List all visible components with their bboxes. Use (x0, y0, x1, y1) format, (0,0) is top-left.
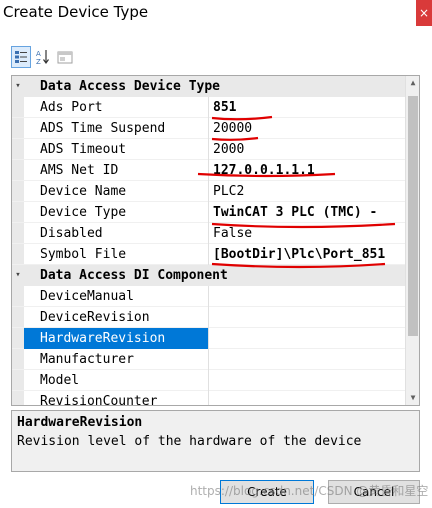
property-row[interactable]: HardwareRevision (12, 327, 405, 349)
property-value[interactable] (209, 307, 213, 328)
svg-text:Z: Z (36, 58, 41, 65)
property-value[interactable] (209, 349, 213, 370)
property-row[interactable]: AMS Net ID 127.0.0.1.1.1 (12, 159, 405, 181)
property-value[interactable]: 20000 (209, 118, 252, 139)
property-value[interactable]: False (209, 223, 252, 244)
property-value[interactable]: TwinCAT 3 PLC (TMC) - (209, 202, 377, 223)
property-value[interactable]: 2000 (209, 139, 244, 160)
categorized-view-icon[interactable] (11, 46, 31, 68)
scroll-thumb[interactable] (408, 96, 418, 336)
property-name[interactable]: Disabled (24, 222, 209, 244)
property-name[interactable]: Device Name (24, 180, 209, 202)
category-label: Data Access Device Type (40, 78, 221, 94)
property-name[interactable]: Model (24, 369, 209, 391)
property-row[interactable]: Symbol File [BootDir]\Plc\Port_851 (12, 243, 405, 265)
property-value[interactable] (209, 328, 213, 349)
description-text: Revision level of the hardware of the de… (17, 434, 362, 449)
property-row[interactable]: Device Name PLC2 (12, 180, 405, 202)
scroll-down-icon[interactable]: ▼ (406, 391, 419, 405)
property-value[interactable]: PLC2 (209, 181, 244, 202)
description-pane: HardwareRevision Revision level of the h… (11, 410, 420, 472)
property-row[interactable]: DeviceManual (12, 285, 405, 307)
collapse-arrow-icon[interactable]: ▾ (12, 81, 24, 91)
alphabetical-sort-icon[interactable]: A Z (33, 46, 53, 68)
property-name[interactable]: AMS Net ID (24, 159, 209, 181)
property-row[interactable]: ADS Time Suspend 20000 (12, 117, 405, 139)
property-grid[interactable]: ▾ Data Access Device Type Ads Port 851 ADS T… (11, 75, 420, 406)
property-value[interactable]: [BootDir]\Plc\Port_851 (209, 244, 385, 265)
property-value[interactable]: 851 (209, 97, 236, 118)
scroll-up-icon[interactable]: ▲ (406, 76, 419, 90)
property-value[interactable]: 127.0.0.1.1.1 (209, 160, 315, 181)
property-name[interactable]: Device Type (24, 201, 209, 223)
property-name[interactable]: DeviceManual (24, 285, 209, 307)
property-name[interactable]: Manufacturer (24, 348, 209, 370)
description-title: HardwareRevision (17, 415, 143, 430)
property-pages-icon[interactable] (55, 46, 75, 68)
property-row[interactable]: DeviceRevision (12, 306, 405, 328)
property-name[interactable]: DeviceRevision (24, 306, 209, 328)
property-name[interactable]: RevisionCounter (24, 390, 209, 405)
property-row[interactable]: RevisionCounter (12, 390, 405, 406)
property-row[interactable]: Device Type TwinCAT 3 PLC (TMC) - (12, 201, 405, 223)
category-row[interactable]: ▾ Data Access Device Type (12, 76, 405, 97)
property-name[interactable]: Symbol File (24, 243, 209, 265)
property-grid-toolbar: A Z (11, 46, 75, 68)
property-name[interactable]: Ads Port (24, 96, 209, 118)
property-row[interactable]: Model (12, 369, 405, 391)
create-button[interactable]: Create (220, 480, 314, 504)
vertical-scrollbar[interactable]: ▲ ▼ (405, 76, 419, 405)
property-value[interactable] (209, 286, 213, 307)
property-name[interactable]: ADS Time Suspend (24, 117, 209, 139)
svg-text:A: A (36, 50, 41, 58)
property-row[interactable]: Ads Port 851 (12, 96, 405, 118)
property-value[interactable] (209, 391, 213, 406)
category-row[interactable]: ▾ Data Access DI Component (12, 265, 405, 286)
category-label: Data Access DI Component (40, 267, 228, 283)
close-button[interactable]: × (416, 0, 432, 26)
property-value[interactable] (209, 370, 213, 391)
property-name[interactable]: HardwareRevision (24, 327, 209, 349)
collapse-arrow-icon[interactable]: ▾ (12, 270, 24, 280)
property-rows: ▾ Data Access Device Type Ads Port 851 ADS T… (12, 76, 405, 406)
property-row[interactable]: ADS Timeout 2000 (12, 138, 405, 160)
property-row[interactable]: Disabled False (12, 222, 405, 244)
property-row[interactable]: Manufacturer (12, 348, 405, 370)
window-title: Create Device Type (3, 3, 149, 21)
property-name[interactable]: ADS Timeout (24, 138, 209, 160)
cancel-button[interactable]: Cancel (328, 480, 420, 504)
